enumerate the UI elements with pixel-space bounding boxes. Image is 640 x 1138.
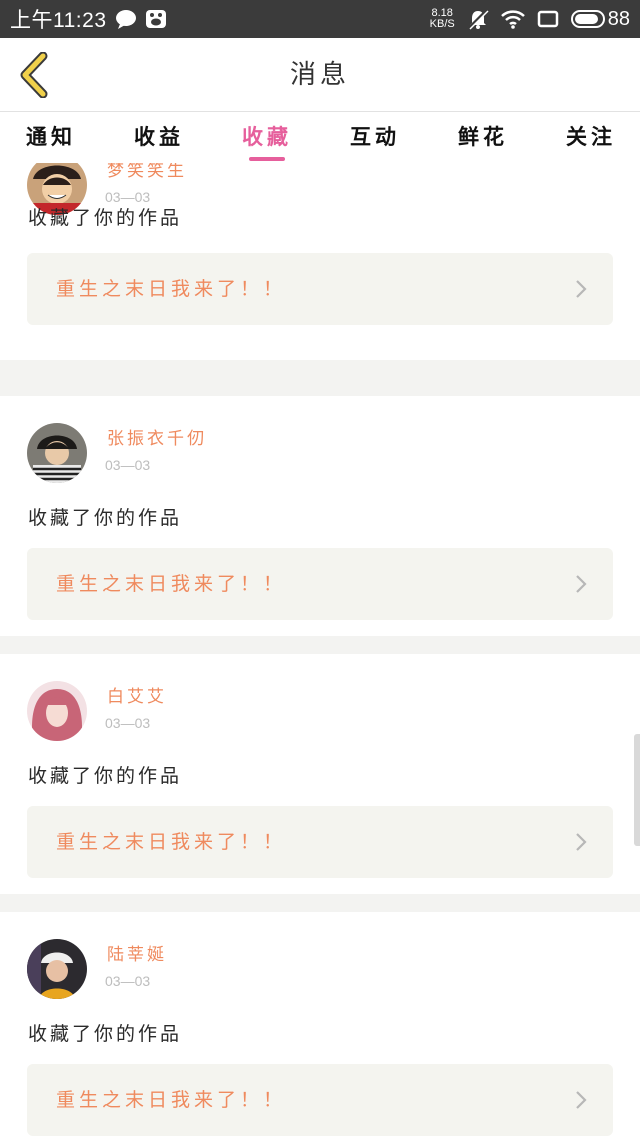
net-speed-unit: KB/S (429, 18, 455, 30)
user-name[interactable]: 陆莘娫 (107, 940, 167, 965)
chevron-right-icon (576, 1091, 587, 1109)
action-text: 收藏了你的作品 (28, 765, 183, 787)
action-text: 收藏了你的作品 (28, 207, 183, 229)
battery-percent: 88 (607, 7, 630, 30)
tab-label: 关注 (566, 125, 616, 149)
tab-interactions[interactable]: 互动 (350, 113, 400, 163)
chevron-right-icon (576, 280, 587, 298)
screen-icon (537, 9, 559, 29)
active-tab-indicator (249, 157, 285, 161)
avatar[interactable] (27, 681, 87, 741)
tab-notifications[interactable]: 通知 (26, 113, 76, 163)
net-speed: 8.18 KB/S (430, 8, 455, 30)
mute-bell-icon (467, 8, 489, 30)
list-item: 陆莘娫 03—03 收藏了你的作品 重生之末日我来了！！ (0, 912, 640, 1138)
tab-favorites[interactable]: 收藏 (242, 113, 292, 163)
tab-following[interactable]: 关注 (566, 113, 616, 163)
tab-bar: 通知 收益 收藏 互动 鲜花 关注 (0, 113, 640, 163)
item-date: 03—03 (105, 457, 151, 473)
status-bar: 上午11:23 8.18 KB/S 88 (0, 0, 640, 38)
work-title: 重生之末日我来了！！ (56, 1089, 287, 1111)
battery-icon (570, 10, 605, 28)
wifi-icon (500, 9, 525, 29)
scroll-indicator[interactable] (634, 734, 640, 846)
work-link[interactable]: 重生之末日我来了！！ (27, 548, 613, 620)
avatar[interactable] (27, 423, 87, 483)
list-item: 白艾艾 03—03 收藏了你的作品 重生之末日我来了！！ (0, 654, 640, 894)
chevron-right-icon (576, 575, 587, 593)
tab-label: 通知 (26, 125, 76, 149)
tab-label: 收益 (134, 125, 184, 149)
tab-earnings[interactable]: 收益 (134, 113, 184, 163)
tab-label: 鲜花 (458, 125, 508, 149)
user-name[interactable]: 白艾艾 (107, 682, 167, 707)
page-title: 消息 (289, 60, 350, 90)
user-name[interactable]: 梦笑笑生 (107, 163, 187, 181)
status-time: 上午11:23 (10, 9, 107, 32)
work-title: 重生之末日我来了！！ (56, 831, 287, 853)
work-link[interactable]: 重生之末日我来了！！ (27, 806, 613, 878)
tab-label: 收藏 (242, 125, 292, 149)
favorites-list[interactable]: 梦笑笑生 03—03 收藏了你的作品 重生之末日我来了！！ 张振衣千仞 03—0… (0, 163, 640, 1138)
list-item: 梦笑笑生 03—03 收藏了你的作品 重生之末日我来了！！ (0, 163, 640, 360)
action-text: 收藏了你的作品 (28, 507, 183, 529)
avatar[interactable] (27, 939, 87, 999)
nav-bar: 消息 (0, 38, 640, 112)
tab-label: 互动 (350, 125, 400, 149)
work-link[interactable]: 重生之末日我来了！！ (27, 253, 613, 325)
chat-bubble-icon (115, 9, 137, 29)
work-title: 重生之末日我来了！！ (56, 278, 287, 300)
tab-flowers[interactable]: 鲜花 (458, 113, 508, 163)
item-date: 03—03 (105, 973, 151, 989)
battery-fill (574, 14, 598, 24)
work-link[interactable]: 重生之末日我来了！！ (27, 1064, 613, 1136)
user-name[interactable]: 张振衣千仞 (107, 424, 207, 449)
battery-indicator: 88 (570, 7, 630, 31)
item-date: 03—03 (105, 715, 151, 731)
work-title: 重生之末日我来了！！ (56, 573, 287, 595)
action-text: 收藏了你的作品 (28, 1023, 183, 1045)
paw-icon (145, 9, 167, 29)
chevron-right-icon (576, 833, 587, 851)
list-item: 张振衣千仞 03—03 收藏了你的作品 重生之末日我来了！！ (0, 396, 640, 636)
